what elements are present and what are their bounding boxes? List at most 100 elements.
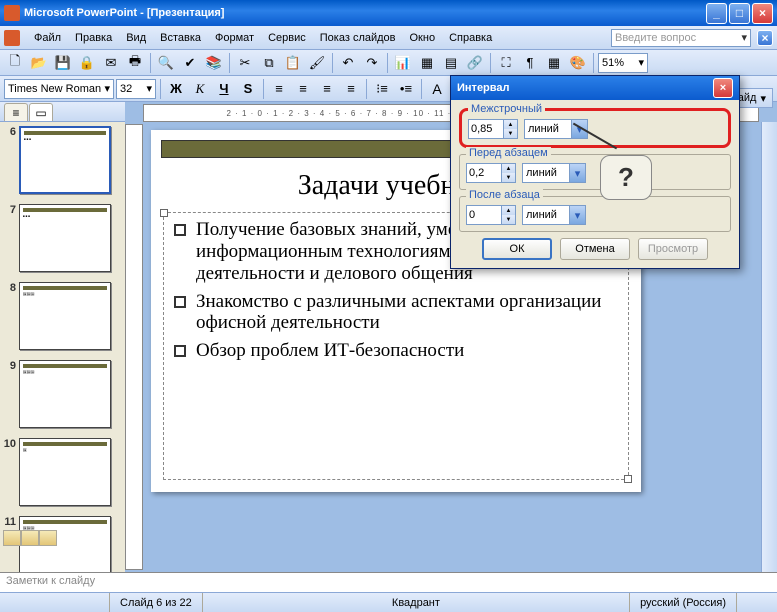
spinner-up-icon[interactable]: ▲ [503,120,517,129]
menu-format[interactable]: Формат [209,30,260,46]
print-icon[interactable]: 🖶 [124,52,146,74]
slide-thumbnail[interactable]: 🖼 [19,438,111,506]
slideshow-view-button[interactable] [39,530,57,546]
expand-icon[interactable]: ⛶ [495,52,517,74]
color-icon[interactable]: 🎨 [567,52,589,74]
slide-thumbnail[interactable]: 🖼🖼🖼 [19,282,111,350]
cancel-button[interactable]: Отмена [560,238,630,260]
align-justify-icon[interactable]: ≡ [340,78,362,100]
normal-view-button[interactable] [3,530,21,546]
close-button[interactable]: × [752,3,773,24]
menu-window[interactable]: Окно [404,30,442,46]
undo-icon[interactable]: ↶ [337,52,359,74]
new-icon[interactable]: 🗋 [4,52,26,74]
thumbnail-item[interactable]: 10🖼 [2,438,123,506]
email-icon[interactable]: ✉ [100,52,122,74]
print-preview-icon[interactable]: 🔍 [155,52,177,74]
font-size-combo[interactable]: 32▾ [116,79,156,99]
thumbnail-item[interactable]: 7■ ■ ■ [2,204,123,272]
spinner-down-icon[interactable]: ▼ [503,129,517,138]
paste-icon[interactable]: 📋 [282,52,304,74]
bullets-icon[interactable]: •≡ [395,78,417,100]
align-left-icon[interactable]: ≡ [268,78,290,100]
underline-button[interactable]: Ч [213,78,235,100]
before-spacing-unit-combo[interactable]: линий▾ [522,163,586,183]
research-icon[interactable]: 📚 [203,52,225,74]
minimize-button[interactable]: _ [706,3,727,24]
menu-insert[interactable]: Вставка [154,30,207,46]
thumbnail-item[interactable]: 8🖼🖼🖼 [2,282,123,350]
chevron-down-icon[interactable]: ▾ [741,31,747,44]
menu-service[interactable]: Сервис [262,30,312,46]
spinner-down-icon[interactable]: ▼ [501,173,515,182]
show-formatting-icon[interactable]: ¶ [519,52,541,74]
redo-icon[interactable]: ↷ [361,52,383,74]
preview-button[interactable]: Просмотр [638,238,708,260]
thumbnail-item[interactable]: 6■ ■ ■ [2,126,123,194]
slide-thumbnail[interactable]: 🖼🖼🖼 [19,360,111,428]
cut-icon[interactable]: ✂ [234,52,256,74]
increase-font-icon[interactable]: A [426,78,448,100]
numbering-icon[interactable]: ⁝≡ [371,78,393,100]
thumbnail-item[interactable]: 9🖼🖼🖼 [2,360,123,428]
notes-pane[interactable]: Заметки к слайду [0,572,777,592]
menu-file[interactable]: Файл [28,30,67,46]
zoom-combo[interactable]: 51%▾ [598,53,648,73]
dialog-close-button[interactable]: × [713,78,733,98]
powerpoint-icon [4,30,20,46]
spellcheck-icon[interactable]: ✔ [179,52,201,74]
before-spacing-value[interactable] [467,164,501,182]
ok-button[interactable]: ОК [482,238,552,260]
slide-thumbnail[interactable]: ■ ■ ■ [19,204,111,272]
vertical-ruler[interactable] [125,124,143,570]
shadow-button[interactable]: S [237,78,259,100]
bullet-text[interactable]: Обзор проблем ИТ-безопасности [196,340,464,362]
open-icon[interactable]: 📂 [28,52,50,74]
save-icon[interactable]: 💾 [52,52,74,74]
status-language[interactable]: русский (Россия) [630,593,737,612]
menu-slideshow[interactable]: Показ слайдов [314,30,402,46]
after-spacing-value[interactable] [467,206,501,224]
slide-thumbnail[interactable]: ■ ■ ■ [19,126,111,194]
menu-help[interactable]: Справка [443,30,498,46]
bullet-text[interactable]: Знакомство с различными аспектами органи… [196,291,618,335]
hyperlink-icon[interactable]: 🔗 [464,52,486,74]
chevron-down-icon[interactable]: ▾ [569,206,585,224]
maximize-button[interactable]: □ [729,3,750,24]
grid-icon[interactable]: ▦ [543,52,565,74]
align-center-icon[interactable]: ≡ [292,78,314,100]
tables-borders-icon[interactable]: ▤ [440,52,462,74]
thumbnail-list[interactable]: 6■ ■ ■ 7■ ■ ■ 8🖼🖼🖼 9🖼🖼🖼 10🖼 11🖼🖼🖼 12 [0,122,125,572]
sorter-view-button[interactable] [21,530,39,546]
format-painter-icon[interactable]: 🖌 [306,52,328,74]
vertical-scrollbar[interactable] [761,122,777,572]
spinner-up-icon[interactable]: ▲ [501,164,515,173]
status-layout: Квадрант [203,593,630,612]
chevron-down-icon[interactable]: ▾ [569,164,585,182]
font-name-combo[interactable]: Times New Roman▾ [4,79,114,99]
after-spacing-spinner[interactable]: ▲▼ [466,205,516,225]
doc-close-button[interactable]: × [757,30,773,46]
tab-slides[interactable]: ▭ [29,103,53,121]
italic-button[interactable]: К [189,78,211,100]
chart-icon[interactable]: 📊 [392,52,414,74]
line-spacing-unit-combo[interactable]: линий▾ [524,119,588,139]
spinner-down-icon[interactable]: ▼ [501,215,515,224]
tab-outline[interactable]: ≡ [4,103,28,121]
menu-view[interactable]: Вид [120,30,152,46]
bold-button[interactable]: Ж [165,78,187,100]
table-icon[interactable]: ▦ [416,52,438,74]
permissions-icon[interactable]: 🔒 [76,52,98,74]
align-right-icon[interactable]: ≡ [316,78,338,100]
copy-icon[interactable]: ⧉ [258,52,280,74]
after-spacing-unit-combo[interactable]: линий▾ [522,205,586,225]
before-spacing-spinner[interactable]: ▲▼ [466,163,516,183]
help-search-box[interactable]: Введите вопрос▾ [611,29,751,47]
line-spacing-value[interactable] [469,120,503,138]
dialog-title-bar[interactable]: Интервал × [451,76,739,100]
spinner-up-icon[interactable]: ▲ [501,206,515,215]
menu-edit[interactable]: Правка [69,30,118,46]
view-buttons [3,530,57,546]
line-spacing-spinner[interactable]: ▲▼ [468,119,518,139]
bullet-icon [174,224,186,236]
